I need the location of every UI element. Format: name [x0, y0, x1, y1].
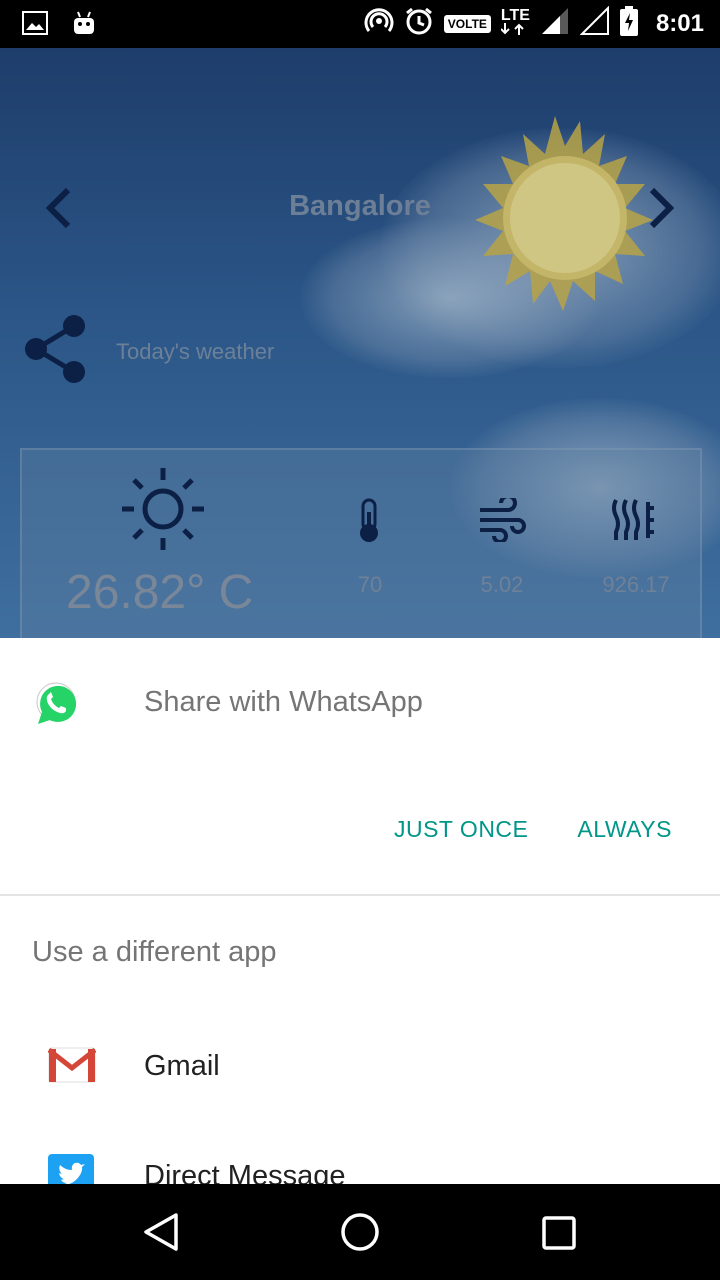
share-weather-button[interactable]: Today's weather — [24, 314, 274, 389]
share-action-buttons: JUST ONCE ALWAYS — [394, 816, 672, 843]
hotspot-icon — [364, 6, 394, 41]
use-different-app-heading: Use a different app — [32, 936, 277, 968]
app-option-label: Gmail — [144, 1050, 220, 1082]
just-once-button[interactable]: JUST ONCE — [394, 816, 528, 843]
whatsapp-icon — [32, 680, 80, 733]
weather-card: 26.82° C 70 5.02 926.17 — [20, 448, 702, 638]
recents-button[interactable] — [542, 1216, 576, 1255]
home-button[interactable] — [340, 1212, 380, 1257]
sun-icon — [120, 466, 206, 557]
signal-icon — [540, 6, 570, 41]
whatsapp-share-label: Share with WhatsApp — [144, 686, 423, 718]
share-sheet: Share with WhatsApp JUST ONCE ALWAYS Use… — [0, 638, 720, 1184]
pressure-value: 926.17 — [602, 572, 670, 597]
pressure-icon — [610, 498, 656, 547]
network-type-label: LTE — [500, 7, 530, 24]
gmail-icon — [47, 1046, 97, 1089]
app-option-label: Direct Message — [144, 1160, 346, 1184]
android-icon — [72, 10, 96, 41]
share-label: Today's weather — [116, 338, 275, 364]
system-navigation-bar — [0, 1184, 720, 1280]
city-title: Bangalore — [289, 190, 431, 222]
battery-charging-icon — [619, 6, 638, 41]
signal-empty-icon — [579, 5, 610, 41]
wind-icon — [478, 494, 526, 547]
weather-screen: Bangalore Today's weather 26.82° C 70 5.… — [0, 48, 720, 638]
image-icon — [22, 11, 48, 40]
volte-badge: VOLTE — [443, 14, 491, 33]
wind-value: 5.02 — [480, 572, 524, 597]
app-option-direct-message[interactable]: Direct Message — [0, 1154, 720, 1184]
alarm-icon — [404, 6, 434, 41]
humidity-value: 70 — [357, 572, 383, 597]
clock: 8:01 — [655, 9, 704, 37]
status-bar: VOLTE LTE 8:01 — [0, 0, 720, 48]
network-type: LTE — [500, 7, 530, 38]
temperature-value: 26.82° C — [66, 566, 254, 619]
back-button[interactable] — [142, 1212, 180, 1257]
thermometer-icon — [354, 498, 384, 549]
divider — [0, 894, 720, 896]
next-city-button[interactable] — [646, 186, 676, 235]
twitter-icon — [48, 1154, 94, 1184]
share-icon — [24, 314, 88, 389]
whatsapp-share-option[interactable]: Share with WhatsApp — [0, 674, 720, 734]
app-option-gmail[interactable]: Gmail — [0, 1042, 720, 1122]
always-button[interactable]: ALWAYS — [577, 816, 672, 843]
